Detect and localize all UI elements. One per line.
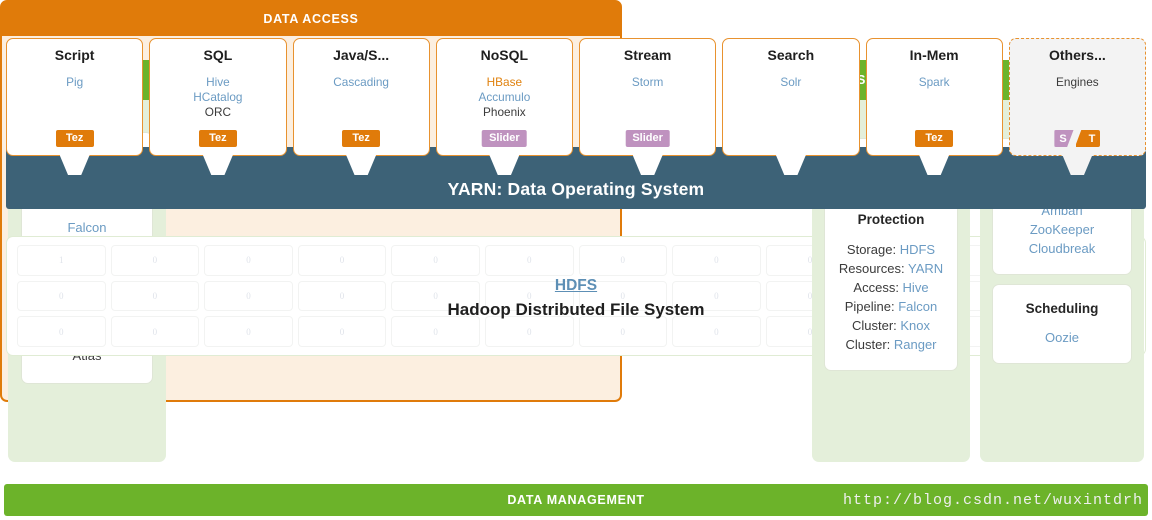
access-item-hbase[interactable]: HBase: [437, 75, 572, 90]
hdfs-block-cell: 0: [204, 245, 293, 276]
hdfs-subtitle: Hadoop Distributed File System: [447, 300, 705, 319]
data-access-panel: DATA ACCESS YARN: Data Operating System …: [0, 0, 1148, 516]
hdfs-block-cell: 0: [297, 316, 387, 347]
security-row-key: Storage:: [846, 242, 900, 257]
hdfs-block: 10000000000000000000000000000000000n HDF…: [6, 236, 1146, 356]
security-row-value-yarn[interactable]: YARN: [908, 261, 943, 276]
hdfs-block-cell: 0: [484, 245, 574, 276]
hdfs-block-cell: 0: [297, 245, 387, 276]
access-item-pig[interactable]: Pig: [7, 75, 142, 90]
access-item-phoenix: Phoenix: [483, 105, 526, 119]
access-column-items: Storm: [580, 75, 715, 90]
access-column-java-s[interactable]: Java/S... Cascading Tez: [292, 38, 430, 175]
hdfs-link[interactable]: HDFS: [555, 277, 597, 295]
access-column-title: SQL: [203, 47, 233, 63]
access-column-title: NoSQL: [480, 47, 529, 63]
engine-badge-tez[interactable]: Tez: [915, 130, 954, 147]
diagram-canvas: GOVERNANCE INTEGRATION Data Workflow, Li…: [0, 0, 1152, 520]
data-access-header: DATA ACCESS: [2, 2, 620, 36]
access-column-search[interactable]: Search Solr: [722, 38, 860, 175]
access-column-title: Script: [54, 47, 95, 63]
access-item-spark[interactable]: Spark: [867, 75, 1002, 90]
yarn-label: YARN: Data Operating System: [447, 179, 705, 199]
security-row-key: Resources:: [838, 261, 908, 276]
engine-badge-slider-abbrev: S: [1054, 130, 1074, 147]
hdfs-block-cell: 0: [484, 316, 574, 347]
security-row-key: Cluster:: [845, 337, 894, 352]
access-column-items: Pig: [7, 75, 142, 90]
access-column-nosql[interactable]: NoSQL HBase Accumulo Phoenix Slider: [435, 38, 573, 175]
access-item-hive[interactable]: Hive: [150, 75, 285, 90]
hdfs-block-cell: 0: [391, 245, 480, 276]
access-column-stream[interactable]: Stream Storm Slider: [579, 38, 717, 175]
access-item-storm[interactable]: Storm: [580, 75, 715, 90]
security-row: Cluster: Ranger: [832, 335, 950, 354]
engine-badge-slider[interactable]: Slider: [482, 130, 527, 147]
engine-badge-slider[interactable]: Slider: [625, 130, 670, 147]
yarn-bar: YARN: Data Operating System: [6, 147, 1146, 209]
hdfs-block-cell: 0: [578, 245, 668, 276]
access-column-items: HBase Accumulo Phoenix: [437, 75, 572, 120]
governance-link-falcon[interactable]: Falcon: [28, 218, 146, 237]
access-column-items: Engines: [1010, 75, 1145, 90]
access-item-orc: ORC: [204, 105, 231, 119]
hdfs-block-cell: 0: [110, 316, 200, 347]
hdfs-label-group: HDFS Hadoop Distributed File System: [7, 277, 1145, 320]
security-row-value-hdfs[interactable]: HDFS: [900, 242, 935, 257]
engine-badge-split[interactable]: ST: [1054, 130, 1101, 147]
hdfs-block-cell: 0: [578, 316, 668, 347]
access-column-title: Java/S...: [333, 47, 390, 63]
access-column-sql[interactable]: SQL Hive HCatalog ORC Tez: [149, 38, 287, 175]
engine-badge-tez-abbrev: T: [1075, 130, 1101, 147]
access-column-items: Hive HCatalog ORC: [150, 75, 285, 120]
hdfs-block-cell: 0: [391, 316, 480, 347]
access-column-items: Spark: [867, 75, 1002, 90]
security-row-value-knox[interactable]: Knox: [900, 318, 930, 333]
access-column-in-mem[interactable]: In-Mem Spark Tez: [865, 38, 1003, 175]
engine-badge-tez[interactable]: Tez: [198, 130, 237, 147]
security-row-value-ranger[interactable]: Ranger: [894, 337, 937, 352]
access-column-title: Others...: [1048, 47, 1106, 63]
access-column-items: Cascading: [294, 75, 429, 90]
security-row-key: Cluster:: [851, 318, 901, 333]
security-row: Storage: HDFS: [832, 240, 950, 259]
operations-link-cloudbreak[interactable]: Cloudbreak: [1000, 239, 1124, 258]
access-item-solr[interactable]: Solr: [723, 75, 858, 90]
operations-link-oozie[interactable]: Oozie: [1000, 328, 1124, 347]
watermark-text: http://blog.csdn.net/wuxintdrh: [843, 492, 1144, 509]
hdfs-block-cell: 0: [672, 245, 761, 276]
operations-link-zookeeper[interactable]: ZooKeeper: [1000, 220, 1124, 239]
hdfs-block-cell: 0: [672, 316, 761, 347]
data-access-columns: Script Pig Tez SQL Hive HCatalog ORC Tez Java/S.…: [6, 38, 1146, 175]
hdfs-block-cell: 0: [204, 316, 293, 347]
engine-badge-tez[interactable]: Tez: [342, 130, 381, 147]
access-item-engines: Engines: [1056, 75, 1099, 89]
access-item-accumulo[interactable]: Accumulo: [437, 90, 572, 105]
engine-badge-tez[interactable]: Tez: [55, 130, 94, 147]
access-column-title: In-Mem: [909, 47, 959, 63]
hdfs-block-cell: 0: [17, 316, 106, 347]
access-column-others[interactable]: Others... Engines S T: [1008, 38, 1146, 175]
access-column-title: Search: [767, 47, 815, 63]
access-column-script[interactable]: Script Pig Tez: [6, 38, 144, 175]
security-row: Resources: YARN: [832, 259, 950, 278]
access-item-cascading[interactable]: Cascading: [294, 75, 429, 90]
hdfs-block-cell: 0: [110, 245, 200, 276]
access-item-hcatalog[interactable]: HCatalog: [150, 90, 285, 105]
hdfs-block-cell: 1: [17, 245, 106, 276]
access-column-items: Solr: [723, 75, 858, 90]
access-column-title: Stream: [623, 47, 672, 63]
